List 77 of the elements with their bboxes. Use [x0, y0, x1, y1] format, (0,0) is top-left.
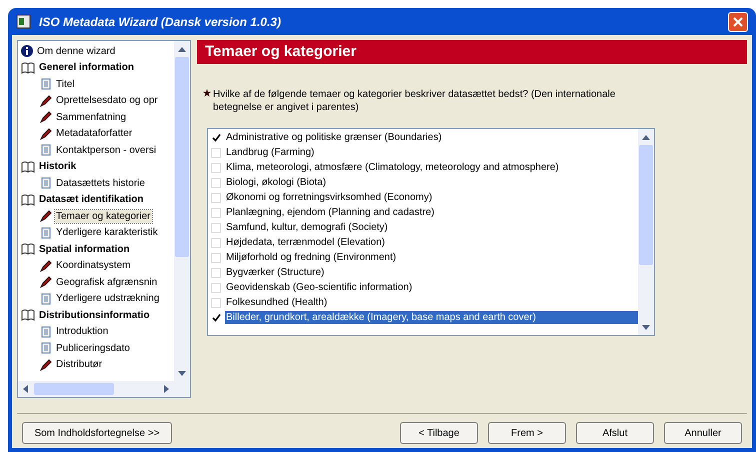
book-icon	[21, 309, 35, 322]
page-icon	[40, 326, 52, 338]
tree-item[interactable]: Sammenfatning	[55, 110, 128, 124]
option-item[interactable]: Klima, meteorologi, atmosfære (Climatology, meteorology and atmosphere)	[225, 161, 560, 174]
question-text: Hvilke af de følgende temaer og kategorier beskriver datasættet bedst? (Den internationale betegnelse er angivet i parentes)	[213, 88, 616, 114]
tree-item[interactable]: Generel information	[38, 61, 136, 74]
tree-item[interactable]: Yderligere karakteristik	[55, 226, 159, 240]
page-icon	[40, 226, 52, 239]
pencil-icon	[40, 210, 52, 222]
book-icon	[21, 160, 35, 173]
tree-item[interactable]: Om denne wizard	[36, 44, 116, 58]
wizard-button[interactable]: Frem >	[488, 422, 566, 444]
option-item[interactable]: Biologi, økologi (Biota)	[225, 176, 328, 189]
tree-item[interactable]: Geografisk afgrænsnin	[55, 276, 158, 289]
scroll-up-icon	[642, 134, 650, 140]
option-item[interactable]: Geovidenskab (Geo-scientific information)	[225, 281, 414, 294]
wizard-button[interactable]: Annuller	[664, 422, 742, 444]
wizard-button[interactable]: Som Indholdsfortegnelse >>	[22, 422, 172, 444]
star-icon	[203, 89, 211, 97]
horizontal-scrollbar[interactable]	[18, 381, 190, 397]
option-item[interactable]: Billeder, grundkort, arealdække (Imagery, base maps and earth cover)	[225, 311, 638, 324]
tree-item[interactable]: Koordinatsystem	[55, 259, 132, 272]
tree-item[interactable]: Temaer og kategorier	[55, 210, 152, 223]
option-item[interactable]: Økonomi og forretningsvirksomhed (Economy)	[225, 191, 434, 204]
close-icon	[733, 16, 743, 26]
tree-item[interactable]: Datasæt identifikation	[38, 193, 144, 206]
option-item[interactable]: Samfund, kultur, demografi (Society)	[225, 221, 389, 234]
pencil-icon	[40, 128, 52, 140]
book-icon	[21, 194, 35, 206]
tree-item[interactable]: Kontaktperson - oversi	[55, 144, 158, 157]
page-icon	[40, 78, 52, 90]
page-icon	[40, 177, 52, 190]
option-item[interactable]: Højdedata, terrænmodel (Elevation)	[225, 236, 386, 249]
tree-item[interactable]: Oprettelsesdato og opr	[55, 94, 159, 108]
close-button[interactable]	[728, 12, 748, 32]
book-icon	[21, 62, 35, 74]
pencil-icon	[40, 111, 52, 124]
tree-item[interactable]: Distributør	[55, 358, 104, 372]
tree-item[interactable]: Spatial information	[38, 242, 131, 256]
vertical-scrollbar[interactable]	[174, 41, 190, 381]
tree-item[interactable]: Introduktion	[55, 325, 110, 338]
pencil-icon	[40, 276, 52, 288]
page-icon	[40, 342, 52, 354]
wizard-button[interactable]: Afslut	[576, 422, 654, 444]
tree-item[interactable]: Historik	[38, 160, 78, 174]
scroll-down-icon	[178, 370, 186, 376]
option-item[interactable]: Folkesundhed (Health)	[225, 296, 328, 309]
app-icon	[16, 14, 31, 29]
vertical-scrollbar[interactable]	[638, 129, 654, 335]
scroll-thumb[interactable]	[639, 145, 653, 265]
option-item[interactable]: Miljøforhold og fredning (Environment)	[225, 251, 398, 264]
page-icon	[40, 144, 52, 156]
info-icon	[21, 45, 33, 58]
tree-item[interactable]: Yderligere udstrækning	[55, 292, 160, 306]
scroll-up-icon	[178, 46, 186, 52]
pencil-icon	[40, 94, 52, 107]
window-title: ISO Metadata Wizard (Dansk version 1.0.3)	[39, 14, 282, 30]
scroll-down-icon	[642, 324, 650, 330]
pencil-icon	[40, 260, 52, 272]
checkbox[interactable]	[211, 132, 221, 142]
option-item[interactable]: Planlægning, ejendom (Planning and cadastre)	[225, 206, 436, 219]
tree-item[interactable]: Metadataforfatter	[55, 127, 134, 140]
page-icon	[40, 292, 52, 305]
tree-item[interactable]: Titel	[55, 78, 76, 91]
scroll-thumb[interactable]	[175, 57, 189, 257]
section-header: Temaer og kategorier	[197, 40, 747, 64]
book-icon	[21, 243, 35, 256]
tree-item[interactable]: Publiceringsdato	[55, 342, 131, 355]
checkbox[interactable]	[211, 312, 221, 322]
scroll-thumb[interactable]	[34, 383, 114, 395]
option-item[interactable]: Bygværker (Structure)	[225, 266, 326, 279]
option-item[interactable]: Landbrug (Farming)	[225, 146, 316, 159]
wizard-button[interactable]: < Tilbage	[400, 422, 478, 444]
tree-item[interactable]: Datasættets historie	[55, 176, 146, 190]
option-item[interactable]: Administrative og politiske grænser (Boundaries)	[225, 131, 443, 144]
pencil-icon	[40, 358, 52, 371]
tree-item[interactable]: Distributionsinformatio	[38, 308, 151, 322]
